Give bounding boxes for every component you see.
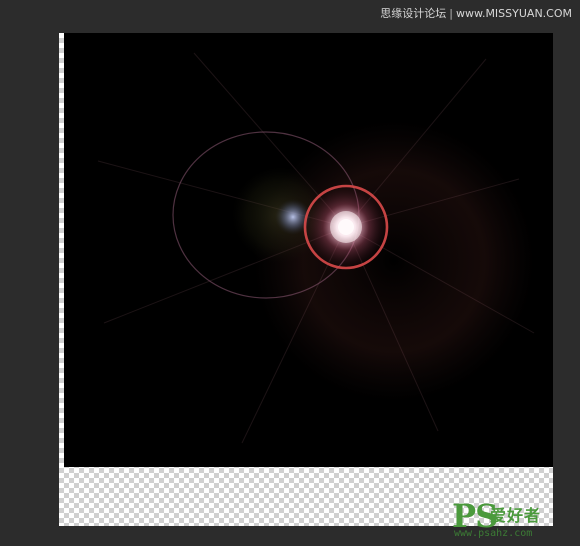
watermark-separator: |	[449, 7, 453, 20]
logo-chinese-text: 爱好者	[490, 506, 542, 525]
black-layer[interactable]	[64, 33, 553, 467]
flare-core-soft	[330, 211, 362, 243]
site-watermark: 思缘设计论坛 | www.MISSYUAN.COM	[380, 8, 572, 20]
site-url: www.MISSYUAN.COM	[455, 7, 572, 20]
lens-flare-icon	[97, 52, 535, 444]
canvas-transparency[interactable]	[59, 33, 553, 526]
logo-url-text: www.psahz.com	[454, 528, 533, 539]
site-name: 思缘设计论坛	[380, 7, 447, 20]
brand-logo: PS 爱好者 www.psahz.com	[452, 500, 568, 540]
outer-halo	[254, 121, 534, 401]
